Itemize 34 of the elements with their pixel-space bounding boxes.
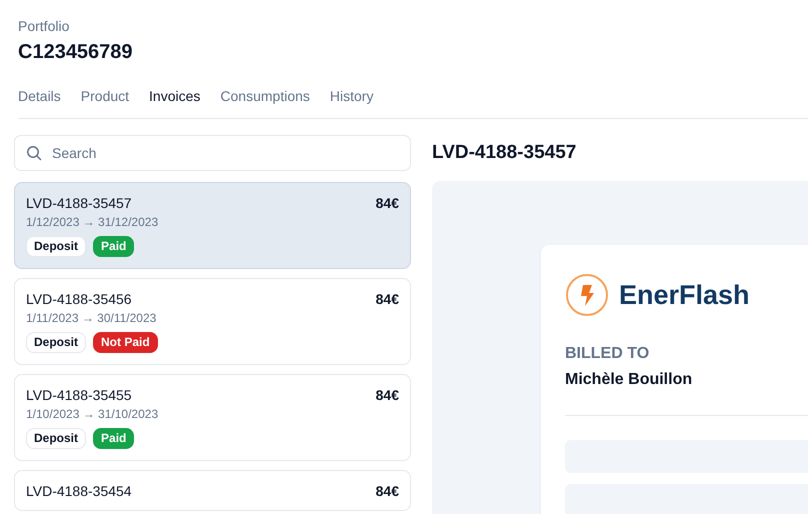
invoice-number: LVD-4188-35455 [26,387,132,403]
invoice-card[interactable]: LVD-4188-35455 84€ 1/10/2023 → 31/10/2023 Deposit Paid [14,374,411,461]
invoice-number: LVD-4188-35454 [26,483,132,499]
tab[interactable]: Product [80,88,130,104]
lightning-logo-icon [565,273,609,317]
status-tag: Paid [93,236,134,257]
page-label: Portfolio [18,17,70,36]
tab[interactable]: Details [18,88,61,104]
tab[interactable]: Invoices [149,88,200,104]
invoice-period: 1/11/2023 → 30/11/2023 [26,311,158,325]
invoice-period: 1/10/2023 → 31/10/2023 [26,407,160,421]
billed-to-label: BILLED TO [565,345,650,363]
invoice-amount: 84€ [376,483,399,499]
page-title: C123456789 [18,40,134,65]
preview-title: LVD-4188-35457 [432,141,578,165]
tab[interactable]: History [330,88,374,104]
status-tag: Paid [93,428,134,449]
invoice-card[interactable]: LVD-4188-35457 84€ 1/12/2023 → 31/12/2023 Deposit Paid [14,182,411,269]
type-tag: Deposit [26,332,86,353]
invoice-amount: 84€ [376,291,399,307]
invoice-amount: 84€ [376,195,399,211]
customer-name: Michèle Bouillon [565,371,694,389]
invoice-card[interactable]: LVD-4188-35456 84€ 1/11/2023 → 30/11/2023 Deposit Not Paid [14,278,411,365]
invoice-number: LVD-4188-35457 [26,195,132,211]
invoice-number: LVD-4188-35456 [26,291,132,307]
tab[interactable]: Consumptions [220,88,310,104]
brand-name: EnerFlash [619,280,750,310]
search-field[interactable]: Search [14,135,411,171]
type-tag: Deposit [26,236,86,257]
status-tag: Not Paid [93,332,158,353]
type-tag: Deposit [26,428,86,449]
invoice-amount: 84€ [376,387,399,403]
invoice-card[interactable]: LVD-4188-35454 84€ [14,470,411,511]
invoice-period: 1/12/2023 → 31/12/2023 [26,215,160,229]
